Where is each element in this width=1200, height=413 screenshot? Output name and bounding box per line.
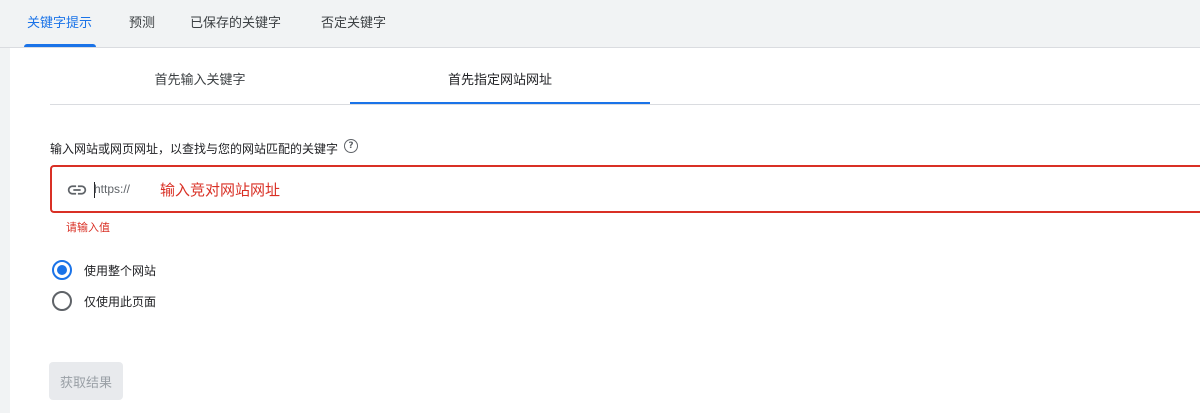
option-entire-site[interactable]: 使用整个网站: [50, 258, 156, 282]
radio-this-page-only[interactable]: [52, 291, 72, 311]
website-prompt-row: 输入网站或网页网址，以查找与您的网站匹配的关键字 ?: [50, 138, 359, 158]
option-this-page-only-label: 仅使用此页面: [84, 294, 157, 309]
website-url-field[interactable]: https://: [50, 165, 1200, 213]
get-results-button[interactable]: 获取结果: [49, 362, 123, 400]
url-prefix: https://: [94, 182, 131, 196]
option-entire-site-label: 使用整个网站: [84, 263, 157, 278]
tab-forecast[interactable]: 预测: [129, 0, 155, 48]
radio-entire-site[interactable]: [52, 260, 72, 280]
tab-start-with-keywords[interactable]: 首先输入关键字: [50, 48, 350, 105]
link-icon: [67, 185, 87, 195]
help-icon[interactable]: ?: [344, 139, 359, 153]
keyword-ideas-panel: 首先输入关键字 首先指定网站网址 输入网站或网页网址，以查找与您的网站匹配的关键…: [10, 48, 1200, 413]
tab-start-with-website[interactable]: 首先指定网站网址: [350, 48, 650, 105]
tab-negative-keywords[interactable]: 否定关键字: [321, 0, 386, 48]
error-message: 请输入值: [66, 221, 110, 234]
active-tab-indicator: [24, 44, 96, 47]
website-prompt-label: 输入网站或网页网址，以查找与您的网站匹配的关键字: [50, 141, 339, 156]
tab-saved-keywords[interactable]: 已保存的关键字: [190, 0, 281, 48]
top-tab-bar: 关键字提示 预测 已保存的关键字 否定关键字: [0, 0, 1200, 48]
active-subtab-indicator: [350, 102, 650, 104]
start-mode-tabs: 首先输入关键字 首先指定网站网址: [50, 48, 1200, 105]
tab-keyword-ideas[interactable]: 关键字提示: [27, 0, 92, 48]
option-this-page-only[interactable]: 仅使用此页面: [50, 289, 156, 313]
website-url-input[interactable]: [160, 176, 760, 204]
